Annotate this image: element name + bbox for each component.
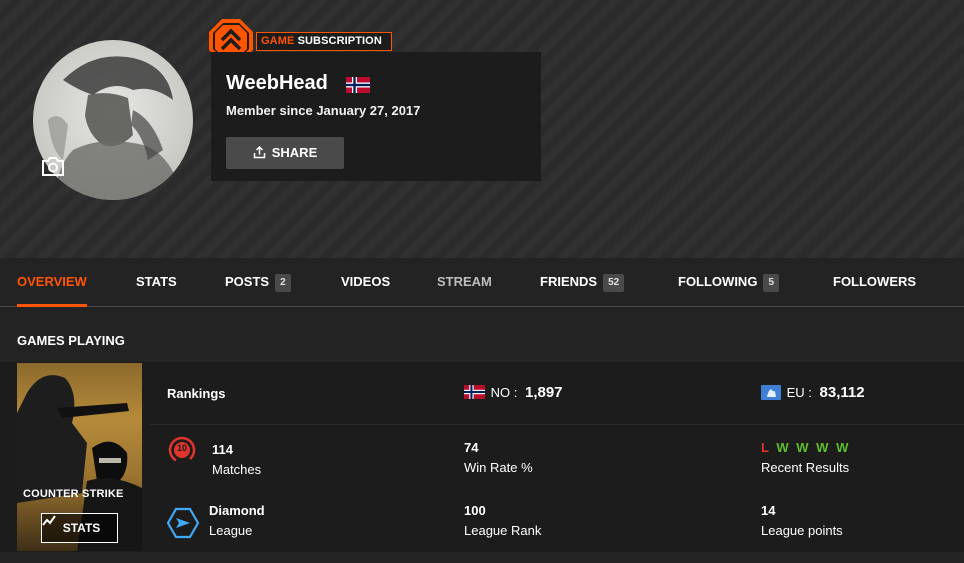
region-rank-region: EU :: [786, 385, 812, 400]
profile-header: GAME SUBSCRIPTION WeebHead Member since …: [0, 0, 964, 258]
result-item: W: [796, 440, 811, 455]
friends-count-badge: 52: [603, 274, 625, 292]
matches-value: 114: [212, 442, 233, 457]
result-item: W: [836, 440, 851, 455]
member-since: Member since January 27, 2017: [226, 103, 421, 118]
username: WeebHead: [226, 72, 370, 95]
region-rank-value: 83,112: [819, 384, 865, 401]
tab-followers[interactable]: FOLLOWERS: [833, 258, 916, 306]
country-rank: NO : 1,897: [464, 384, 563, 402]
league-label: League: [209, 523, 253, 538]
subscription-badge: GAME SUBSCRIPTION: [256, 32, 392, 51]
rankings-label: Rankings: [167, 386, 226, 401]
tab-posts[interactable]: POSTS 2: [225, 258, 291, 306]
league-value: Diamond: [209, 503, 265, 518]
camera-icon[interactable]: [40, 155, 66, 177]
league-rank-value: 100: [464, 503, 486, 518]
norway-flag-icon: [346, 76, 370, 99]
username-text: WeebHead: [226, 72, 328, 94]
game-card: COUNTER STRIKE STATS Rankings NO : 1,897: [0, 362, 964, 552]
diamond-league-icon: [166, 506, 200, 545]
matches-label: Matches: [212, 462, 262, 477]
posts-count-badge: 2: [275, 274, 291, 292]
result-item: L: [761, 440, 771, 455]
following-count-badge: 5: [763, 274, 779, 292]
eu-region-icon: [761, 384, 781, 403]
level-value: 10: [176, 443, 187, 453]
country-rank-region: NO :: [490, 385, 518, 400]
region-rank: EU : 83,112: [761, 384, 865, 403]
tab-overview[interactable]: OVERVIEW: [17, 258, 87, 307]
tab-videos[interactable]: VIDEOS: [341, 258, 390, 306]
game-cover[interactable]: COUNTER STRIKE STATS: [17, 363, 142, 551]
subscription-suffix: SUBSCRIPTION: [297, 35, 382, 47]
tab-following[interactable]: FOLLOWING 5: [678, 258, 779, 306]
row-divider: [150, 424, 964, 425]
profile-tabs: OVERVIEW STATS POSTS 2 VIDEOS STREAM FRIE…: [0, 258, 964, 307]
result-item: W: [816, 440, 831, 455]
stats-button-label: STATS: [62, 521, 101, 535]
country-rank-value: 1,897: [524, 384, 563, 401]
games-playing-title: GAMES PLAYING: [17, 333, 125, 348]
recent-results: L W W W W: [761, 440, 850, 455]
subscription-prefix: GAME: [261, 35, 295, 47]
league-points-value: 14: [761, 503, 776, 518]
win-rate-label: Win Rate %: [464, 460, 533, 475]
profile-info-card: WeebHead Member since January 27, 2017 S…: [211, 52, 541, 181]
tab-stats[interactable]: STATS: [136, 258, 177, 306]
level-badge-icon: 10: [168, 436, 196, 469]
tab-friends[interactable]: FRIENDS 52: [540, 258, 625, 306]
win-rate-value: 74: [464, 440, 479, 455]
result-item: W: [776, 440, 791, 455]
tab-stream[interactable]: STREAM: [437, 258, 492, 306]
norway-flag-icon: [464, 385, 485, 402]
share-icon: [253, 139, 266, 171]
recent-results-label: Recent Results: [761, 460, 850, 475]
game-logo: COUNTER STRIKE: [23, 488, 124, 500]
share-button[interactable]: SHARE: [226, 137, 344, 169]
league-points-label: League points: [761, 523, 843, 538]
league-rank-label: League Rank: [464, 523, 542, 538]
game-stats-button[interactable]: STATS: [41, 513, 118, 543]
share-label: SHARE: [271, 145, 318, 160]
